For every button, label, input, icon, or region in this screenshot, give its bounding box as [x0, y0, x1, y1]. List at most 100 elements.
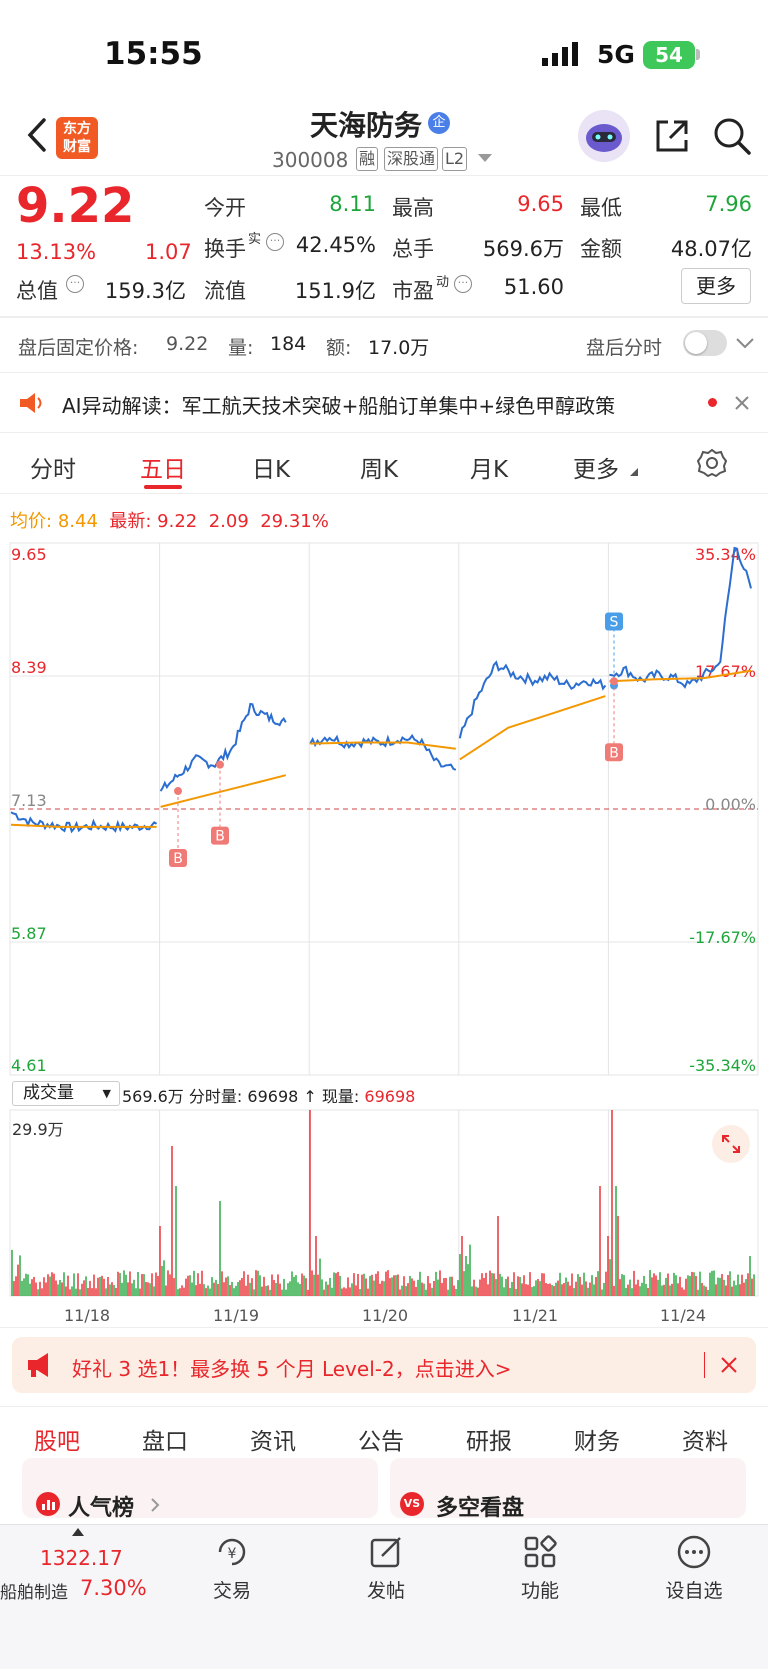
chevron-down-icon[interactable] — [478, 154, 492, 164]
y-tick-right: -17.67% — [689, 928, 756, 947]
tab-daily-k[interactable]: 日K — [252, 450, 290, 484]
info-icon[interactable]: ··· — [66, 275, 84, 293]
compose-post-icon[interactable] — [366, 1532, 406, 1572]
y-tick-left: 8.39 — [11, 658, 47, 677]
price-line — [10, 811, 158, 834]
turnover-value: 42.45% — [295, 233, 376, 257]
close-icon[interactable] — [720, 1356, 738, 1374]
expand-button[interactable] — [712, 1125, 750, 1163]
avg-value: 8.44 — [57, 511, 98, 532]
signal-icon — [542, 42, 578, 66]
abs-change: 1.07 — [145, 240, 192, 264]
tab-news[interactable]: 资讯 — [250, 1422, 296, 1456]
tab-intraday[interactable]: 分时 — [30, 450, 76, 484]
turnover-label: 换手 — [204, 237, 246, 261]
marker-label: B — [215, 829, 225, 845]
ah-price-label: 盘后固定价格: — [18, 337, 139, 359]
tab-monthly-k[interactable]: 月K — [470, 450, 508, 484]
share-icon[interactable] — [652, 116, 692, 156]
trade-icon[interactable]: ¥ — [212, 1532, 252, 1572]
mktcap-label: 总值 — [16, 279, 58, 303]
latest-change: 2.09 — [208, 511, 249, 532]
vol-timeshare: 69698 — [247, 1087, 299, 1106]
price-chart[interactable]: 9.65 35.34%8.39 17.67%7.13 0.00%5.87 -17.67%… — [0, 535, 768, 1080]
settings-gear-icon[interactable] — [697, 448, 727, 478]
low-label: 最低 — [580, 196, 622, 220]
volume-info: 569.6万 分时量: 69698 ↑ 现量: 69698 — [122, 1083, 415, 1107]
unread-dot — [708, 398, 717, 407]
toggle-knob — [685, 332, 707, 354]
tag-margin: 融 — [356, 147, 379, 171]
tab-announcements[interactable]: 公告 — [358, 1422, 404, 1456]
post-label[interactable]: 发帖 — [346, 1576, 426, 1603]
tab-research[interactable]: 研报 — [466, 1422, 512, 1456]
promo-divider — [704, 1352, 705, 1378]
promo-text[interactable]: 好礼 3 选1！最多换 5 个月 Level-2，点击进入> — [72, 1353, 511, 1382]
marker-label: B — [609, 745, 619, 761]
back-icon[interactable] — [22, 115, 52, 155]
more-button[interactable]: 更多 — [681, 268, 751, 304]
info-icon[interactable]: ··· — [266, 233, 284, 251]
tab-more[interactable]: 更多 — [573, 450, 619, 484]
amount-label: 金额 — [580, 237, 622, 261]
chevron-right-icon — [151, 1498, 160, 1512]
logo-line-2: 财富 — [63, 139, 91, 155]
tab-five-day[interactable]: 五日 — [140, 450, 186, 484]
high-label: 最高 — [392, 196, 434, 220]
functions-grid-icon[interactable] — [520, 1532, 560, 1572]
assistant-avatar[interactable] — [578, 110, 630, 162]
tab-finance[interactable]: 财务 — [574, 1422, 620, 1456]
tab-guba[interactable]: 股吧 — [34, 1422, 80, 1456]
more-dots-icon[interactable] — [674, 1532, 714, 1572]
tab-weekly-k[interactable]: 周K — [360, 450, 398, 484]
low-value: 7.96 — [705, 192, 752, 216]
latest-value: 9.22 — [157, 511, 198, 532]
tag-connect: 深股通 — [384, 147, 439, 171]
date-label: 11/20 — [362, 1306, 409, 1325]
search-icon[interactable] — [712, 116, 752, 156]
sector-index[interactable]: 1322.17 — [40, 1546, 123, 1570]
ai-interpret-text[interactable]: AI异动解读：军工航天技术突破+船舶订单集中+绿色甲醇政策 — [62, 390, 702, 419]
price-line — [458, 660, 607, 739]
ah-timeshare-label: 盘后分时 — [586, 337, 663, 359]
vol-current-label: 现量: — [321, 1087, 360, 1106]
chevron-down-icon[interactable] — [736, 338, 754, 350]
chevron-down-icon: ▼ — [102, 1087, 111, 1100]
enterprise-badge: 企 — [428, 112, 450, 134]
indicator-select-label: 成交量 — [23, 1083, 74, 1103]
bull-bear-title: 多空看盘 — [436, 1496, 525, 1521]
trade-label[interactable]: 交易 — [192, 1576, 272, 1603]
turnover-sup: 实 — [248, 232, 262, 247]
mktcap-value: 159.3亿 — [104, 279, 186, 303]
tab-underline — [144, 485, 182, 489]
close-icon[interactable] — [734, 395, 750, 411]
marker-dot — [610, 677, 618, 686]
volume-chart[interactable] — [0, 1108, 768, 1304]
sector-name[interactable]: 船舶制造 — [0, 1578, 68, 1603]
y-tick-right: 35.34% — [695, 545, 756, 564]
y-tick-left: 7.13 — [11, 791, 47, 810]
latest-pct: 29.31% — [260, 511, 329, 532]
y-tick-left: 5.87 — [11, 924, 47, 943]
indicator-select[interactable]: 成交量 ▼ — [12, 1081, 120, 1106]
tab-profile[interactable]: 资料 — [682, 1422, 728, 1456]
volume-label: 总手 — [392, 237, 434, 261]
ah-amt: 17.0万 — [368, 337, 430, 359]
functions-label[interactable]: 功能 — [500, 1576, 580, 1603]
tab-pankou[interactable]: 盘口 — [142, 1422, 188, 1456]
watchlist-label[interactable]: 设自选 — [654, 1576, 734, 1603]
sector-pct[interactable]: 7.30% — [80, 1576, 147, 1600]
amount-value: 48.07亿 — [670, 237, 752, 261]
y-tick-right: -35.34% — [689, 1056, 756, 1075]
battery-tip — [696, 49, 700, 60]
date-label: 11/24 — [660, 1306, 707, 1325]
pe-sup: 动 — [436, 275, 450, 290]
price-line — [159, 702, 287, 792]
info-icon[interactable]: ··· — [454, 275, 472, 293]
price-line — [309, 733, 457, 771]
y-tick-right: 0.00% — [705, 795, 756, 814]
avg-line-info: 均价: 8.44 最新: 9.22 2.09 29.31% — [10, 507, 329, 533]
avg-line — [459, 695, 606, 761]
open-label: 今开 — [204, 196, 246, 220]
float-label: 流值 — [204, 279, 246, 303]
